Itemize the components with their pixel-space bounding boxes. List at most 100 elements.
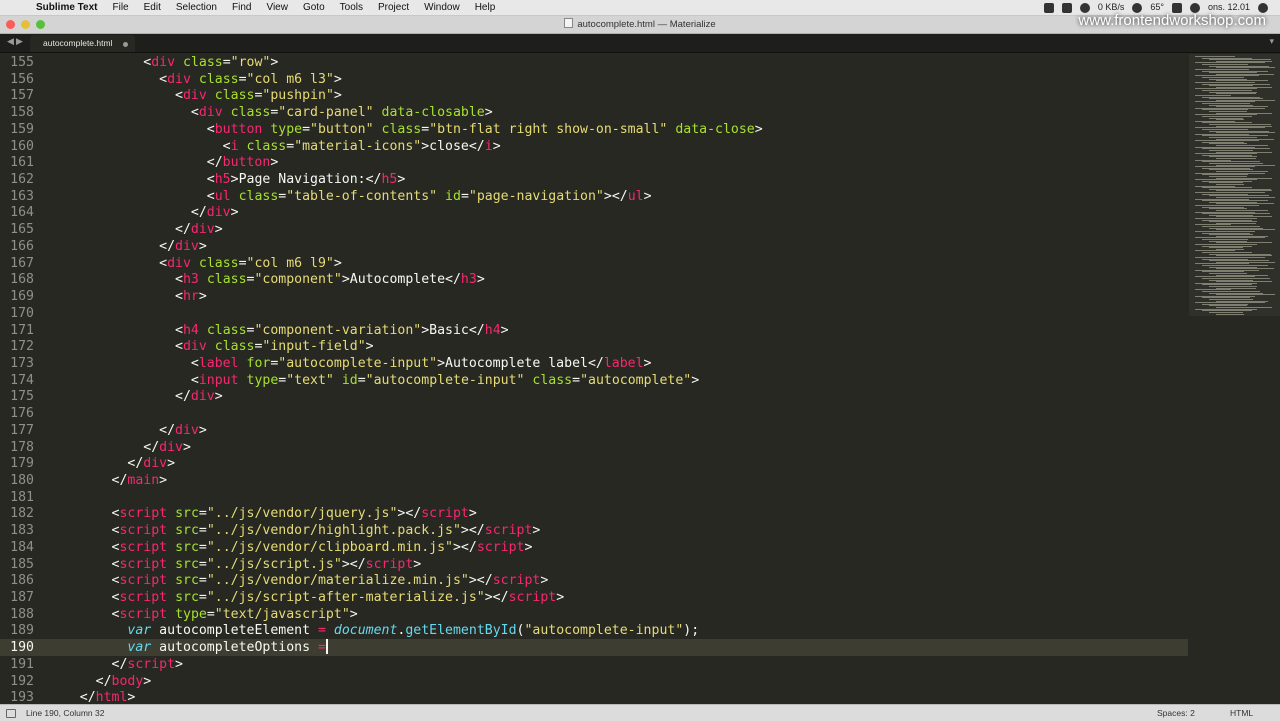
line-code[interactable]: <script src="../js/vendor/highlight.pack… — [48, 522, 541, 539]
close-window-button[interactable] — [6, 20, 15, 29]
code-line[interactable]: 174 <input type="text" id="autocomplete-… — [0, 372, 1188, 389]
line-code[interactable]: </div> — [48, 439, 191, 456]
code-line[interactable]: 176 — [0, 405, 1188, 422]
line-code[interactable]: <script src="../js/vendor/materialize.mi… — [48, 572, 549, 589]
menu-view[interactable]: View — [266, 0, 288, 15]
code-line[interactable]: 171 <h4 class="component-variation">Basi… — [0, 322, 1188, 339]
line-code[interactable]: </div> — [48, 455, 175, 472]
menu-project[interactable]: Project — [378, 0, 409, 15]
panel-toggle-icon[interactable] — [6, 709, 16, 718]
code-line[interactable]: 168 <h3 class="component">Autocomplete</… — [0, 271, 1188, 288]
line-code[interactable]: var autocompleteElement = document.getEl… — [48, 622, 699, 639]
code-editor[interactable]: 155 <div class="row"> 156 <div class="col… — [0, 54, 1188, 705]
code-line[interactable]: 187 <script src="../js/script-after-mate… — [0, 589, 1188, 606]
menu-edit[interactable]: Edit — [144, 0, 161, 15]
code-line[interactable]: 185 <script src="../js/script.js"></scri… — [0, 556, 1188, 573]
dropbox-icon[interactable] — [1043, 2, 1054, 13]
menu-sublime-text[interactable]: Sublime Text — [36, 0, 98, 15]
line-code[interactable]: <input type="text" id="autocomplete-inpu… — [48, 372, 699, 389]
code-line[interactable]: 184 <script src="../js/vendor/clipboard.… — [0, 539, 1188, 556]
line-code[interactable]: <button type="button" class="btn-flat ri… — [48, 121, 763, 138]
line-code[interactable]: </div> — [48, 422, 207, 439]
line-code[interactable]: <script src="../js/vendor/clipboard.min.… — [48, 539, 533, 556]
menu-help[interactable]: Help — [475, 0, 496, 15]
line-code[interactable]: <script type="text/javascript"> — [48, 606, 358, 623]
code-line[interactable]: 175 </div> — [0, 388, 1188, 405]
line-code[interactable]: <div class="card-panel" data-closable> — [48, 104, 493, 121]
line-code[interactable]: <script src="../js/vendor/jquery.js"></s… — [48, 505, 477, 522]
line-code[interactable]: </div> — [48, 238, 207, 255]
line-code[interactable]: <div class="input-field"> — [48, 338, 374, 355]
line-code[interactable]: </script> — [48, 656, 183, 673]
code-line[interactable]: 164 </div> — [0, 204, 1188, 221]
code-line[interactable]: 166 </div> — [0, 238, 1188, 255]
code-line[interactable]: 162 <h5>Page Navigation:</h5> — [0, 171, 1188, 188]
line-code[interactable]: <div class="col m6 l9"> — [48, 255, 342, 272]
line-code[interactable]: <hr> — [48, 288, 207, 305]
code-line[interactable]: 170 — [0, 305, 1188, 322]
menu-window[interactable]: Window — [424, 0, 460, 15]
wifi-icon[interactable] — [1189, 2, 1200, 13]
line-code[interactable]: <i class="material-icons">close</i> — [48, 138, 501, 155]
line-code[interactable]: <label for="autocomplete-input">Autocomp… — [48, 355, 652, 372]
menu-tools[interactable]: Tools — [340, 0, 363, 15]
line-code[interactable]: </div> — [48, 388, 223, 405]
line-code[interactable]: <div class="col m6 l3"> — [48, 71, 342, 88]
line-code[interactable]: </main> — [48, 472, 168, 489]
indentation-setting[interactable]: Spaces: 2 — [1157, 705, 1195, 721]
minimize-window-button[interactable] — [21, 20, 30, 29]
code-line-current[interactable]: 190 var autocompleteOptions = — [0, 639, 1188, 657]
line-code[interactable]: var autocompleteOptions = — [48, 639, 328, 656]
syntax-setting[interactable]: HTML — [1230, 705, 1253, 721]
code-line[interactable]: 163 <ul class="table-of-contents" id="pa… — [0, 188, 1188, 205]
minimap[interactable] — [1189, 54, 1280, 704]
cloud-icon[interactable] — [1132, 2, 1143, 13]
tab-back-icon[interactable]: ◀ — [7, 36, 14, 47]
code-line[interactable]: 161 </button> — [0, 154, 1188, 171]
line-code[interactable]: </div> — [48, 221, 223, 238]
tab-list-icon[interactable]: ▾ — [1269, 36, 1274, 47]
line-code[interactable]: </div> — [48, 204, 239, 221]
code-line[interactable]: 160 <i class="material-icons">close</i> — [0, 138, 1188, 155]
code-line[interactable]: 186 <script src="../js/vendor/materializ… — [0, 572, 1188, 589]
code-line[interactable]: 169 <hr> — [0, 288, 1188, 305]
code-line[interactable]: 189 var autocompleteElement = document.g… — [0, 622, 1188, 639]
line-code[interactable]: </body> — [48, 673, 152, 690]
line-code[interactable]: <script src="../js/script-after-material… — [48, 589, 565, 606]
code-line[interactable]: 172 <div class="input-field"> — [0, 338, 1188, 355]
unsaved-dot-icon[interactable] — [123, 42, 128, 47]
code-line[interactable]: 191 </script> — [0, 656, 1188, 673]
battery-icon[interactable] — [1171, 2, 1182, 13]
code-line[interactable]: 178 </div> — [0, 439, 1188, 456]
code-line[interactable]: 182 <script src="../js/vendor/jquery.js"… — [0, 505, 1188, 522]
code-line[interactable]: 165 </div> — [0, 221, 1188, 238]
code-line[interactable]: 159 <button type="button" class="btn-fla… — [0, 121, 1188, 138]
code-line[interactable]: 180 </main> — [0, 472, 1188, 489]
zoom-window-button[interactable] — [36, 20, 45, 29]
line-code[interactable]: <h4 class="component-variation">Basic</h… — [48, 322, 509, 339]
code-line[interactable]: 157 <div class="pushpin"> — [0, 87, 1188, 104]
code-line[interactable]: 177 </div> — [0, 422, 1188, 439]
line-code[interactable]: <script src="../js/script.js"></script> — [48, 556, 422, 573]
menu-file[interactable]: File — [113, 0, 129, 15]
tab-forward-icon[interactable]: ▶ — [16, 36, 23, 47]
code-line[interactable]: 181 — [0, 489, 1188, 506]
code-line[interactable]: 188 <script type="text/javascript"> — [0, 606, 1188, 623]
line-code[interactable]: <div class="row"> — [48, 54, 278, 71]
code-line[interactable]: 158 <div class="card-panel" data-closabl… — [0, 104, 1188, 121]
sync-icon[interactable] — [1079, 2, 1090, 13]
search-icon[interactable] — [1258, 2, 1268, 13]
code-line[interactable]: 173 <label for="autocomplete-input">Auto… — [0, 355, 1188, 372]
line-code[interactable]: <h3 class="component">Autocomplete</h3> — [48, 271, 485, 288]
code-line[interactable]: 167 <div class="col m6 l9"> — [0, 255, 1188, 272]
code-line[interactable]: 183 <script src="../js/vendor/highlight.… — [0, 522, 1188, 539]
menu-goto[interactable]: Goto — [303, 0, 325, 15]
tab-autocomplete-html[interactable]: autocomplete.html — [30, 35, 135, 52]
code-line[interactable]: 156 <div class="col m6 l3"> — [0, 71, 1188, 88]
line-code[interactable]: </button> — [48, 154, 278, 171]
line-code[interactable]: <div class="pushpin"> — [48, 87, 342, 104]
line-code[interactable]: <ul class="table-of-contents" id="page-n… — [48, 188, 652, 205]
code-line[interactable]: 179 </div> — [0, 455, 1188, 472]
code-line[interactable]: 155 <div class="row"> — [0, 54, 1188, 71]
menu-find[interactable]: Find — [232, 0, 251, 15]
